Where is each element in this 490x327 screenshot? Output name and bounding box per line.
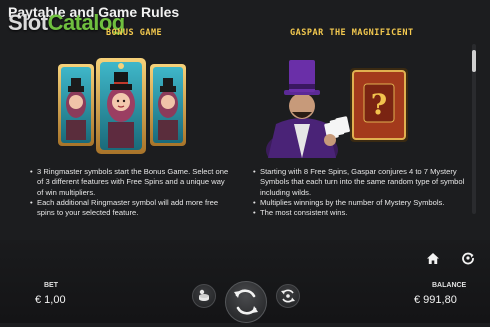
autoplay-button[interactable] [276,284,300,308]
gaspar-svg: ? [266,60,408,170]
ringmaster-symbols-art [52,58,192,158]
rule-item: Starting with 8 Free Spins, Gaspar conju… [253,167,475,198]
bet-label: BET [44,282,58,289]
home-icon[interactable] [426,252,440,270]
gaspar-art: ? [258,54,418,170]
bonus-game-rules: 3 Ringmaster symbols start the Bonus Gam… [28,167,232,218]
balance-value: € 991,80 [414,294,457,306]
rule-item: 3 Ringmaster symbols start the Bonus Gam… [30,167,232,198]
rule-item: The most consistent wins. [253,208,475,219]
bet-value: € 1,00 [35,294,66,306]
autoplay-icon [281,289,295,303]
bonus-game-title: BONUS GAME [106,28,163,38]
bet-chips-button[interactable] [192,284,216,308]
scroll-thumb[interactable] [472,50,476,72]
refresh-icon[interactable] [461,251,475,270]
spin-button[interactable] [225,281,267,323]
gaspar-rules: Starting with 8 Free Spins, Gaspar conju… [251,167,475,219]
rule-item: Multiplies winnings by the number of Mys… [253,198,475,209]
ringmaster-cards-svg [58,58,186,154]
chips-icon [199,289,209,301]
watermark-part1: Slot [8,10,48,35]
content-fade [0,222,490,240]
balance-label: BALANCE [432,282,467,289]
gaspar-title: GASPAR THE MAGNIFICENT [290,28,414,38]
spin-icon [234,289,258,315]
svg-text:?: ? [371,88,387,121]
rule-item: Each additional Ringmaster symbol will a… [30,198,232,219]
